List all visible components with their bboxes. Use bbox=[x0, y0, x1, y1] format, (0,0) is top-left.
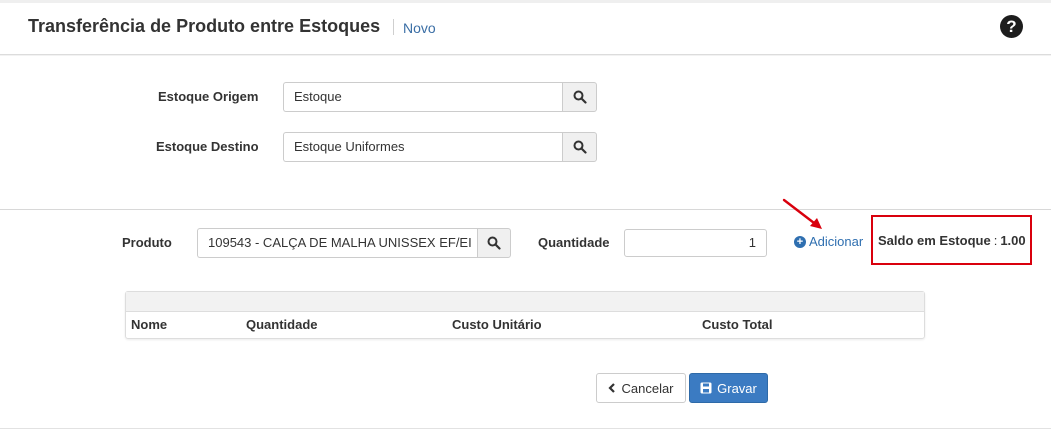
save-button-label: Gravar bbox=[717, 380, 757, 396]
chevron-left-icon bbox=[608, 383, 616, 393]
stock-balance-colon: : bbox=[993, 232, 998, 248]
produto-label: Produto bbox=[122, 235, 172, 250]
table-toolbar bbox=[126, 292, 924, 312]
column-header-custo-total[interactable]: Custo Total bbox=[702, 317, 773, 332]
title-separator bbox=[393, 19, 394, 35]
header-topline bbox=[0, 0, 1051, 3]
estoque-destino-group: Estoque Uniformes bbox=[283, 132, 597, 162]
produto-search-button[interactable] bbox=[476, 228, 511, 258]
estoque-destino-input[interactable]: Estoque Uniformes bbox=[283, 132, 562, 162]
search-icon bbox=[573, 90, 587, 104]
add-item-label: Adicionar bbox=[809, 234, 864, 249]
estoque-origem-group: Estoque bbox=[283, 82, 597, 112]
estoque-origem-label: Estoque Origem bbox=[158, 89, 259, 104]
search-icon bbox=[487, 236, 501, 250]
column-header-quantidade[interactable]: Quantidade bbox=[246, 317, 318, 332]
estoque-destino-search-button[interactable] bbox=[562, 132, 597, 162]
plus-circle-icon: + bbox=[794, 235, 806, 248]
column-header-nome[interactable]: Nome bbox=[131, 317, 167, 332]
column-header-custo-unitario[interactable]: Custo Unitário bbox=[452, 317, 542, 332]
page-title: Transferência de Produto entre Estoques bbox=[28, 16, 381, 36]
cancel-button[interactable]: Cancelar bbox=[596, 373, 686, 403]
quantidade-input[interactable]: 1 bbox=[624, 229, 767, 257]
estoque-origem-search-button[interactable] bbox=[562, 82, 597, 112]
page: Transferência de Produto entre Estoques … bbox=[0, 0, 1051, 430]
produto-input[interactable]: 109543 - CALÇA DE MALHA UNISSEX EF/EI bbox=[197, 228, 477, 258]
quantidade-label: Quantidade bbox=[538, 235, 610, 250]
estoque-origem-input[interactable]: Estoque bbox=[283, 82, 562, 112]
estoque-destino-label: Estoque Destino bbox=[156, 139, 259, 154]
stock-balance-value: 1.00 bbox=[1000, 232, 1026, 248]
section-divider bbox=[0, 209, 1051, 210]
items-table: Nome Quantidade Custo Unitário Custo Tot… bbox=[125, 291, 925, 339]
bottom-divider bbox=[0, 428, 1051, 429]
stock-balance-box: Saldo em Estoque : 1.00 bbox=[871, 215, 1032, 265]
produto-group: 109543 - CALÇA DE MALHA UNISSEX EF/EI bbox=[197, 228, 511, 258]
search-icon bbox=[573, 140, 587, 154]
annotation-arrow-icon bbox=[782, 198, 822, 229]
page-subtitle: Novo bbox=[403, 20, 436, 36]
stock-balance-label: Saldo em Estoque bbox=[878, 232, 991, 248]
cancel-button-label: Cancelar bbox=[621, 380, 674, 396]
help-icon[interactable]: ? bbox=[1000, 15, 1023, 38]
floppy-disk-icon bbox=[700, 382, 712, 394]
save-button[interactable]: Gravar bbox=[689, 373, 768, 403]
add-item-link[interactable]: + Adicionar bbox=[794, 234, 863, 249]
page-header: Transferência de Produto entre Estoques … bbox=[0, 0, 1051, 55]
